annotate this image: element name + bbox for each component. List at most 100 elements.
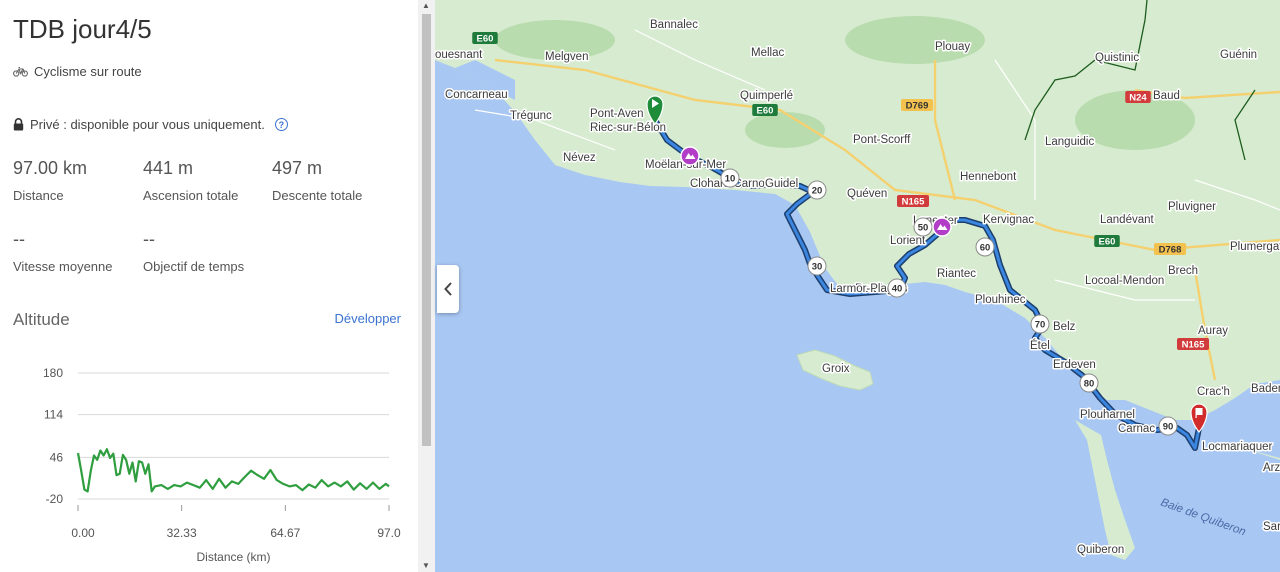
bicycle-icon	[13, 66, 28, 77]
place-label: Erdeven	[1053, 359, 1096, 371]
mountain-icon[interactable]	[932, 217, 952, 237]
sport-label: Cyclisme sur route	[34, 64, 142, 79]
altitude-heading: Altitude	[13, 310, 70, 329]
place-label: Landévant	[1100, 214, 1155, 226]
map-canvas[interactable]: Bannalec Mellac Plouay Quistinic Guénin Melgv…	[435, 0, 1280, 572]
place-label: Brech	[1168, 265, 1198, 277]
place-label: Trégunc	[510, 110, 552, 122]
stat-value: --	[143, 229, 155, 249]
place-label: Carnac	[1118, 423, 1155, 435]
mountain-icon[interactable]	[680, 146, 700, 166]
place-label: Plumergat	[1230, 241, 1280, 253]
help-icon[interactable]: ?	[274, 118, 288, 131]
scroll-down-icon[interactable]: ▼	[422, 562, 430, 570]
place-label: Crac'h	[1197, 386, 1230, 398]
place-label: Languidic	[1045, 136, 1094, 148]
km-marker-label: 70	[1035, 319, 1046, 330]
x-tick-label: 32.33	[167, 526, 197, 540]
place-label: Riantec	[937, 268, 976, 280]
km-marker-label: 90	[1163, 421, 1174, 432]
place-label: Bannalec	[650, 19, 698, 31]
place-label: Quiberon	[1077, 544, 1124, 556]
place-label: Baud	[1153, 90, 1180, 102]
km-marker-label: 10	[725, 173, 736, 184]
x-axis-label: Distance (km)	[196, 550, 270, 564]
place-label: Guidel	[765, 178, 798, 190]
place-label: Locoal-Mendon	[1085, 275, 1164, 287]
km-marker-label: 40	[892, 283, 903, 294]
stat-descent: 497 m Descente totale	[272, 158, 397, 203]
elevation-chart: 180 114 46 -20 0.00 32.33 64.67 97.0 Distance (k…	[43, 366, 401, 564]
place-label: Locmariaquer	[1202, 441, 1272, 453]
place-label: Auray	[1198, 325, 1228, 337]
place-label: Arzon	[1263, 462, 1280, 474]
y-tick-label: 114	[44, 408, 63, 422]
scroll-up-icon[interactable]: ▲	[422, 2, 430, 10]
km-marker-label: 60	[980, 242, 991, 253]
km-marker-label: 20	[812, 185, 823, 196]
stat-distance: 97.00 km Distance	[13, 158, 138, 203]
y-tick-label: 180	[43, 366, 63, 380]
place-label: Guénin	[1220, 49, 1257, 61]
place-label: Plouharnel	[1080, 409, 1135, 421]
stat-value: 97.00 km	[13, 158, 88, 178]
road-shield-label: N24	[1129, 93, 1147, 104]
place-label: Mellac	[751, 47, 784, 59]
expand-altitude-link[interactable]: Développer	[335, 311, 402, 326]
stat-label: Distance	[13, 188, 64, 203]
place-label: Plouhinec	[975, 294, 1026, 306]
place-label: Pont-Scorff	[853, 134, 911, 146]
place-label: Pluvigner	[1168, 201, 1216, 213]
stat-label: Ascension totale	[143, 188, 239, 203]
road-shield-label: N165	[902, 197, 925, 208]
privacy-label: Privé : disponible pour vous uniquement.	[30, 117, 265, 132]
x-tick-label: 97.0	[377, 526, 401, 540]
place-label: Névez	[563, 152, 596, 164]
road-shield-label: E60	[757, 106, 774, 117]
place-label: Étel	[1030, 339, 1050, 352]
place-label: Quimperlé	[740, 90, 793, 102]
road-shield-label: N165	[1182, 340, 1205, 351]
route-map[interactable]: Bannalec Mellac Plouay Quistinic Guénin Melgv…	[435, 0, 1280, 572]
panel-scrollbar[interactable]: ▲ ▼	[418, 0, 435, 572]
place-label: Pont-Aven	[590, 108, 644, 120]
chevron-left-icon	[443, 282, 452, 296]
place-label: Belz	[1053, 321, 1076, 333]
stat-label: Descente totale	[272, 188, 363, 203]
stat-avg-speed: -- Vitesse moyenne	[13, 229, 138, 274]
elevation-line[interactable]	[76, 448, 390, 493]
privacy-row: Privé : disponible pour vous uniquement.…	[13, 117, 288, 132]
x-tick-label: 64.67	[270, 526, 300, 540]
y-tick-label: 46	[50, 450, 64, 464]
place-label: Lorient	[890, 235, 926, 247]
lock-icon	[13, 118, 24, 131]
stat-label: Objectif de temps	[143, 259, 245, 274]
place-label: Plouay	[935, 41, 970, 53]
stat-label: Vitesse moyenne	[13, 259, 113, 274]
place-label: Kervignac	[983, 214, 1034, 226]
km-marker-label: 50	[918, 222, 929, 233]
place-label: Melgven	[545, 51, 588, 63]
x-tick-label: 0.00	[71, 526, 95, 540]
sport-row: Cyclisme sur route	[13, 64, 142, 79]
km-marker-label: 30	[812, 261, 823, 272]
road-shield-label: E60	[1099, 237, 1116, 248]
scroll-thumb[interactable]	[422, 14, 431, 446]
island-label: Groix	[822, 363, 850, 375]
route-title: TDB jour4/5	[13, 14, 152, 44]
place-label: Hennebont	[960, 171, 1017, 183]
y-tick-label: -20	[46, 492, 64, 506]
place-label: Concarneau	[445, 89, 508, 101]
stat-value: --	[13, 229, 25, 249]
collapse-panel-button[interactable]	[437, 265, 459, 313]
place-label: ouesnant	[435, 49, 483, 61]
place-label: Baden	[1251, 383, 1280, 395]
road-shield-label: D768	[1159, 245, 1182, 256]
route-details-panel: TDB jour4/5 Cyclisme sur route Privé : d…	[0, 0, 418, 572]
km-marker-label: 80	[1084, 378, 1095, 389]
stat-ascent: 441 m Ascension totale	[143, 158, 268, 203]
place-label: Quéven	[847, 188, 887, 200]
road-shield-label: D769	[906, 101, 929, 112]
stat-time-goal: -- Objectif de temps	[143, 229, 268, 274]
place-label: Sarzeau	[1263, 521, 1280, 533]
